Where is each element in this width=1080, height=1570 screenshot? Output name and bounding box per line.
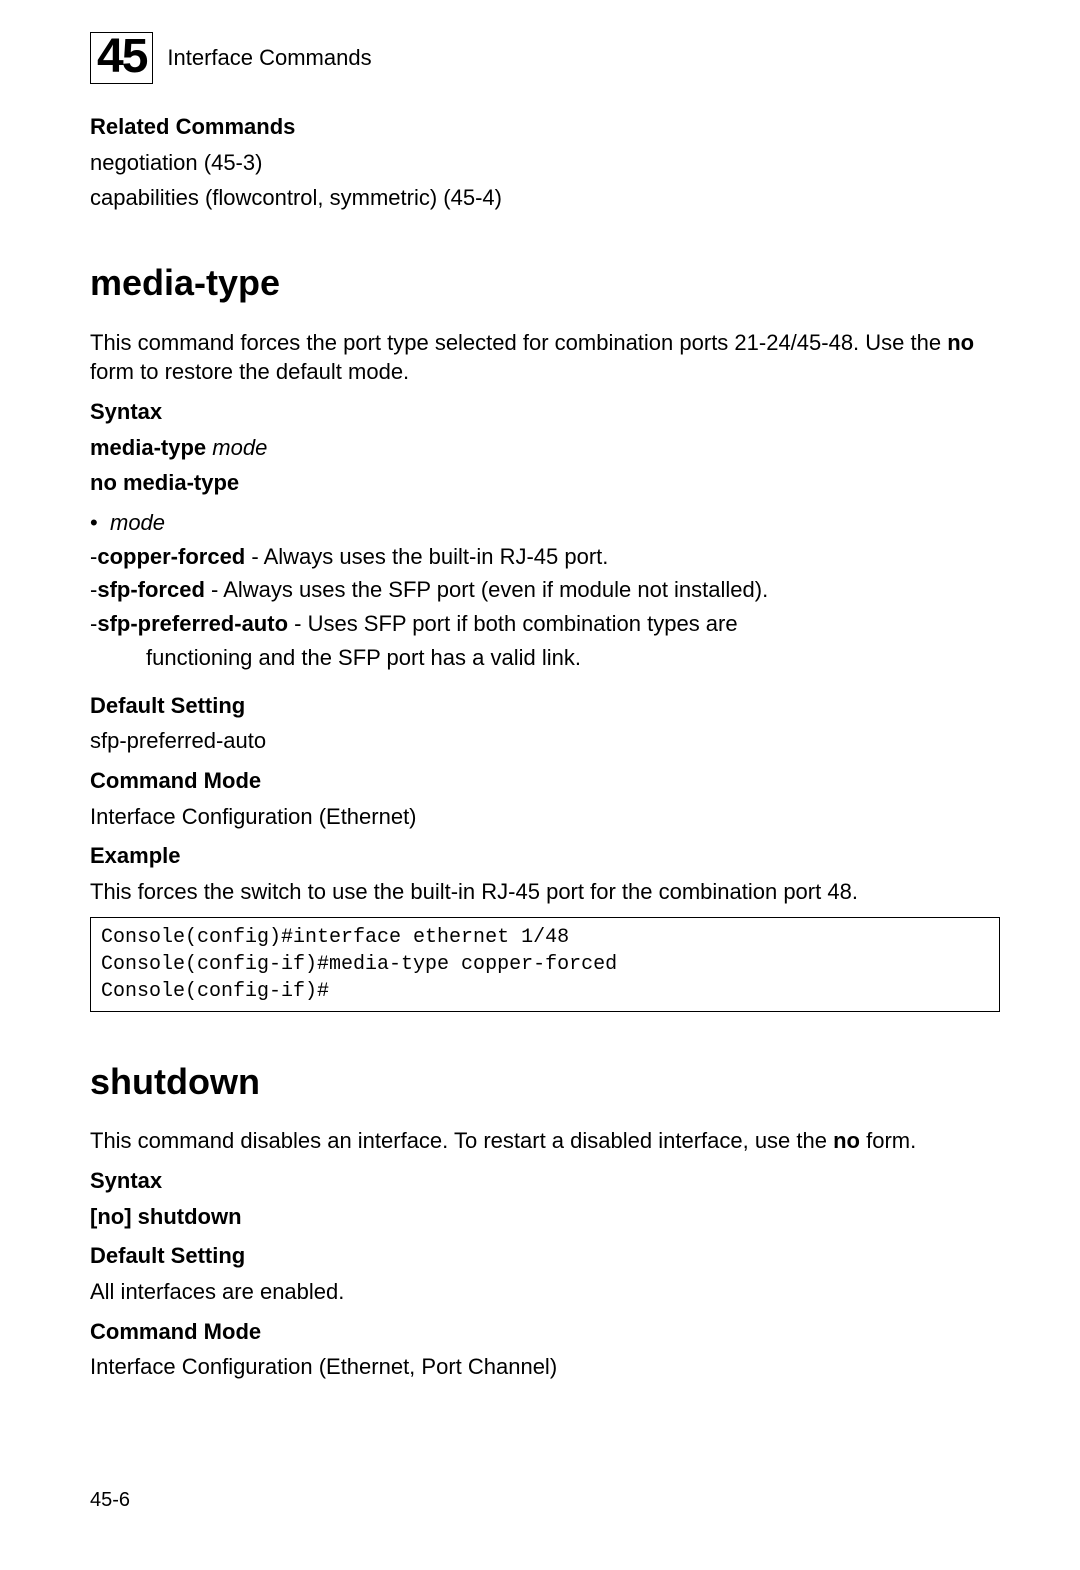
opt-sfp-forced: -sfp-forced - Always uses the SFP port (… <box>90 575 1000 605</box>
chapter-header: 45 Interface Commands <box>90 32 1000 84</box>
media-type-default-value: sfp-preferred-auto <box>90 726 1000 756</box>
media-type-example-heading: Example <box>90 841 1000 871</box>
shutdown-syntax-cmd: shutdown <box>132 1204 242 1229</box>
shutdown-desc: This command disables an interface. To r… <box>90 1126 1000 1156</box>
opt-sfp-forced-desc: - Always uses the SFP port (even if modu… <box>205 577 768 602</box>
opt-sfp-forced-name: sfp-forced <box>97 577 205 602</box>
shutdown-desc-post: form. <box>860 1128 916 1153</box>
shutdown-desc-bold: no <box>833 1128 860 1153</box>
opt-copper-forced-name: copper-forced <box>97 544 245 569</box>
bullet-icon: • <box>90 508 110 538</box>
media-type-desc: This command forces the port type select… <box>90 328 1000 387</box>
media-type-syntax-line1: media-type mode <box>90 433 1000 463</box>
shutdown-desc-pre: This command disables an interface. To r… <box>90 1128 833 1153</box>
media-type-syntax-arg: mode <box>206 435 267 460</box>
media-type-desc-bold: no <box>947 330 974 355</box>
media-type-desc-pre: This command forces the port type select… <box>90 330 947 355</box>
mode-bullet: • mode <box>90 508 1000 538</box>
media-type-mode-value: Interface Configuration (Ethernet) <box>90 802 1000 832</box>
opt-sfp-preferred-auto-name: sfp-preferred-auto <box>97 611 288 636</box>
opt-sfp-preferred-auto-cont: functioning and the SFP port has a valid… <box>146 643 1000 673</box>
chapter-number: 45 <box>97 30 146 83</box>
media-type-mode-heading: Command Mode <box>90 766 1000 796</box>
opt-copper-forced-desc: - Always uses the built-in RJ-45 port. <box>245 544 608 569</box>
opt-sfp-preferred-auto: -sfp-preferred-auto - Uses SFP port if b… <box>90 609 1000 639</box>
shutdown-syntax-close: ] <box>124 1204 131 1229</box>
chapter-name: Interface Commands <box>167 43 371 73</box>
page: 45 Interface Commands Related Commands n… <box>0 0 1080 1382</box>
chapter-number-box: 45 <box>90 32 153 84</box>
shutdown-mode-value: Interface Configuration (Ethernet, Port … <box>90 1352 1000 1382</box>
media-type-syntax-line2: no media-type <box>90 468 1000 498</box>
media-type-title: media-type <box>90 259 1000 308</box>
media-type-syntax-cmd: media-type <box>90 435 206 460</box>
related-commands-heading: Related Commands <box>90 112 1000 142</box>
related-line-2: capabilities (flowcontrol, symmetric) (4… <box>90 183 1000 213</box>
page-number: 45-6 <box>90 1487 130 1514</box>
shutdown-syntax-line: [no] shutdown <box>90 1202 1000 1232</box>
mode-word: mode <box>110 508 165 538</box>
media-type-syntax-heading: Syntax <box>90 397 1000 427</box>
shutdown-default-value: All interfaces are enabled. <box>90 1277 1000 1307</box>
media-type-syntax-no: no media-type <box>90 470 239 495</box>
shutdown-syntax-heading: Syntax <box>90 1166 1000 1196</box>
media-type-example-desc: This forces the switch to use the built-… <box>90 877 1000 907</box>
media-type-example-code: Console(config)#interface ethernet 1/48 … <box>90 917 1000 1012</box>
shutdown-syntax-no: no <box>97 1204 124 1229</box>
shutdown-title: shutdown <box>90 1058 1000 1107</box>
shutdown-default-heading: Default Setting <box>90 1241 1000 1271</box>
opt-copper-forced: -copper-forced - Always uses the built-i… <box>90 542 1000 572</box>
related-line-1: negotiation (45-3) <box>90 148 1000 178</box>
opt-sfp-preferred-auto-desc: - Uses SFP port if both combination type… <box>288 611 738 636</box>
shutdown-mode-heading: Command Mode <box>90 1317 1000 1347</box>
media-type-default-heading: Default Setting <box>90 691 1000 721</box>
media-type-desc-post: form to restore the default mode. <box>90 359 409 384</box>
